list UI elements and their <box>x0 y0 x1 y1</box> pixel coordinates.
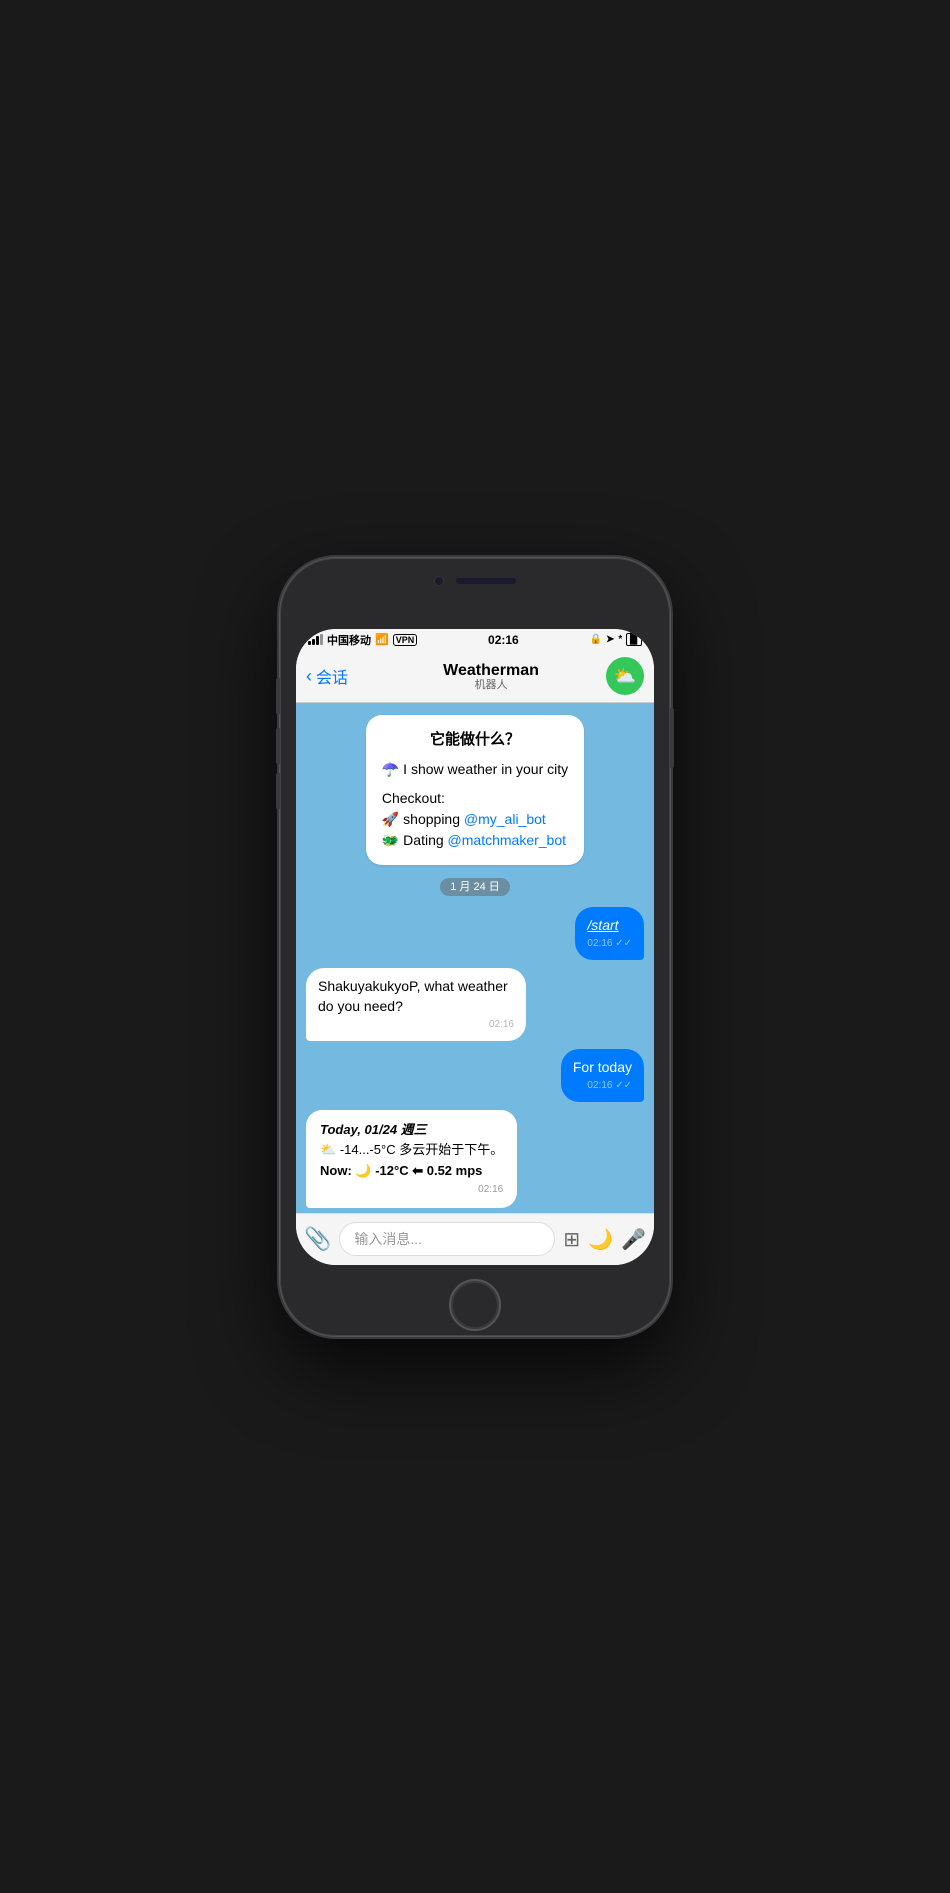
location-icon: ➤ <box>606 634 614 645</box>
signal-icon <box>308 634 323 645</box>
cloud-icon: ⛅ <box>614 666 636 687</box>
now-temp: -12°C <box>375 1163 412 1178</box>
speaker <box>456 578 516 584</box>
sticker-icon[interactable]: ⊞ <box>563 1227 580 1252</box>
chat-area: 它能做什么？ ☂️ I show weather in your city Ch… <box>296 703 654 1213</box>
message-today: For today 02:16 ✓✓ <box>561 1049 644 1102</box>
home-button[interactable] <box>449 1279 501 1331</box>
now-wind: 0.52 mps <box>427 1163 483 1178</box>
bot-reply-time: 02:16 <box>318 1018 514 1033</box>
dating-line: 🐲 Dating @matchmaker_bot <box>382 830 568 851</box>
bot-reply-text: ShakuyakukyoP, what weather do you need? <box>318 976 514 1017</box>
emoji-icon[interactable]: 🌙 <box>588 1227 613 1252</box>
weather-now: Now: 🌙 -12°C ⬅ 0.52 mps <box>320 1161 503 1182</box>
wifi-icon: 📶 <box>375 633 389 646</box>
checkout-section: Checkout: 🚀 shopping @my_ali_bot 🐲 Datin… <box>382 788 568 851</box>
date-separator: 1 月 24 日 <box>306 877 644 895</box>
shopping-text: shopping <box>403 811 464 827</box>
shopping-link[interactable]: @my_ali_bot <box>464 811 546 827</box>
message-time: 02:16 ✓✓ <box>587 937 632 952</box>
bluetooth-icon: * <box>618 634 622 645</box>
back-button[interactable]: ‹ 会话 <box>306 664 376 688</box>
phone-outer: 中国移动 📶 VPN 02:16 🔒 ➤ * ▉ ‹ 会话 Weatherman… <box>280 558 670 1336</box>
dragon-icon: 🐲 <box>382 832 399 848</box>
message-row-start: /start 02:16 ✓✓ <box>306 907 644 960</box>
shopping-line: 🚀 shopping @my_ali_bot <box>382 809 568 830</box>
umbrella-icon: ☂️ <box>382 761 399 777</box>
checkmarks-icon-2: ✓✓ <box>615 1080 632 1091</box>
message-text: /start <box>587 915 632 935</box>
nav-bar: ‹ 会话 Weatherman 机器人 ⛅ <box>296 651 654 703</box>
message-today-time: 02:16 ✓✓ <box>573 1079 632 1094</box>
back-label[interactable]: 会话 <box>316 664 348 688</box>
front-camera <box>434 576 444 586</box>
carrier-label: 中国移动 <box>327 632 371 648</box>
mic-icon[interactable]: 🎤 <box>621 1227 646 1252</box>
message-row-bot-reply: ShakuyakukyoP, what weather do you need?… <box>306 968 644 1041</box>
bot-avatar: ⛅ <box>606 657 644 695</box>
status-right: 🔒 ➤ * ▉ <box>590 633 642 646</box>
input-placeholder: 输入消息... <box>354 1229 422 1249</box>
vpn-badge: VPN <box>393 634 418 646</box>
lock-icon: 🔒 <box>590 634 602 645</box>
input-bar: 📎 输入消息... ⊞ 🌙 🎤 <box>296 1213 654 1265</box>
nav-center: Weatherman 机器人 <box>376 661 606 691</box>
weather-bubble: Today, 01/24 週三 ⛅ -14...-5°C 多云开始于下午。 No… <box>306 1110 517 1208</box>
intro-text: I show weather in your city <box>403 761 568 777</box>
checkmarks-icon: ✓✓ <box>615 938 632 949</box>
rocket-icon: 🚀 <box>382 811 399 827</box>
welcome-intro: ☂️ I show weather in your city <box>382 759 568 780</box>
moon-icon: 🌙 <box>355 1163 371 1178</box>
now-label: Now: <box>320 1163 355 1178</box>
weather-time: 02:16 <box>320 1182 503 1198</box>
nav-title: Weatherman <box>376 661 606 680</box>
message-row-weather: Today, 01/24 週三 ⛅ -14...-5°C 多云开始于下午。 No… <box>306 1110 644 1208</box>
welcome-title: 它能做什么？ <box>382 729 568 752</box>
weather-date: Today, 01/24 週三 <box>320 1120 503 1141</box>
phone-screen: 中国移动 📶 VPN 02:16 🔒 ➤ * ▉ ‹ 会话 Weatherman… <box>296 629 654 1265</box>
message-row-today: For today 02:16 ✓✓ <box>306 1049 644 1102</box>
nav-subtitle: 机器人 <box>376 680 606 691</box>
message-start: /start 02:16 ✓✓ <box>575 907 644 960</box>
weather-forecast: ⛅ -14...-5°C 多云开始于下午。 <box>320 1140 503 1161</box>
date-label: 1 月 24 日 <box>440 878 510 896</box>
partly-cloudy-icon: ⛅ <box>320 1142 336 1157</box>
welcome-bubble: 它能做什么？ ☂️ I show weather in your city Ch… <box>366 715 584 866</box>
input-actions: ⊞ 🌙 🎤 <box>563 1227 646 1252</box>
top-elements <box>280 576 670 586</box>
status-left: 中国移动 📶 VPN <box>308 632 417 648</box>
battery-icon: ▉ <box>626 633 642 646</box>
checkout-label: Checkout: <box>382 788 568 809</box>
attach-icon[interactable]: 📎 <box>304 1226 331 1252</box>
message-today-text: For today <box>573 1057 632 1077</box>
back-chevron-icon: ‹ <box>306 666 312 687</box>
status-bar: 中国移动 📶 VPN 02:16 🔒 ➤ * ▉ <box>296 629 654 651</box>
dating-link[interactable]: @matchmaker_bot <box>448 832 566 848</box>
message-bot-reply: ShakuyakukyoP, what weather do you need?… <box>306 968 526 1041</box>
dating-text: Dating <box>403 832 447 848</box>
message-input[interactable]: 输入消息... <box>339 1222 555 1256</box>
status-time: 02:16 <box>488 633 519 647</box>
forecast-text: -14...-5°C 多云开始于下午。 <box>340 1142 503 1157</box>
wind-arrow-icon: ⬅ <box>412 1163 423 1178</box>
